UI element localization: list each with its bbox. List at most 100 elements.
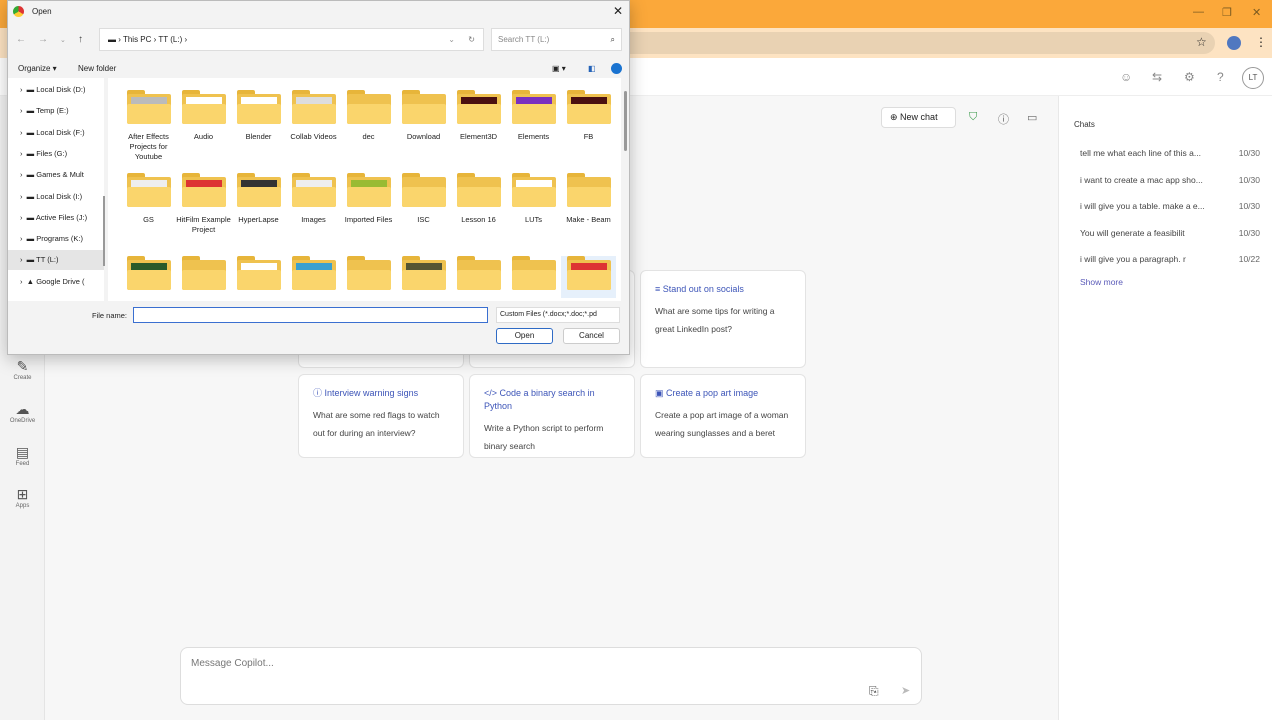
folder-item[interactable] <box>561 256 616 298</box>
preview-pane-icon[interactable]: ◧ <box>588 64 596 73</box>
show-more-link[interactable]: Show more <box>1080 277 1123 287</box>
file-type-select[interactable]: Custom Files (*.docx;*.doc;*.pd <box>496 307 620 323</box>
restore-button[interactable]: ❐ <box>1222 6 1232 19</box>
panel-toggle-icon[interactable]: ▭ <box>1027 111 1037 124</box>
folder-item[interactable] <box>286 256 341 298</box>
tree-item[interactable]: › ▬ TT (L:) <box>8 250 104 271</box>
folder-item[interactable]: Make - Beam <box>561 173 616 225</box>
rail-apps[interactable]: ⊞ Apps <box>0 486 45 509</box>
shield-icon[interactable]: ⛉ <box>969 111 977 124</box>
folder-item[interactable] <box>176 256 231 298</box>
folder-item[interactable]: Element3D <box>451 90 506 142</box>
chevron-down-icon[interactable]: ⌄ <box>448 29 455 50</box>
view-icon[interactable]: ▣ ▾ <box>552 64 566 73</box>
emoji-icon[interactable]: ☺ <box>1120 70 1132 84</box>
folder-item[interactable]: LUTs <box>506 173 561 225</box>
avatar[interactable]: LT <box>1242 67 1264 89</box>
folder-item[interactable] <box>396 256 451 298</box>
chat-item[interactable]: i will give you a paragraph. r 10/22 <box>1080 254 1260 264</box>
search-input[interactable]: Search TT (L:) ⌕ <box>491 28 622 51</box>
send-icon[interactable]: ➤ <box>901 684 910 697</box>
new-folder-button[interactable]: New folder <box>78 64 116 73</box>
folder-item[interactable] <box>341 256 396 298</box>
cancel-button[interactable]: Cancel <box>563 328 620 344</box>
breadcrumb-item[interactable]: This PC <box>123 35 151 44</box>
expand-chevron-icon[interactable]: › <box>20 170 23 179</box>
folder-item[interactable]: ISC <box>396 173 451 225</box>
folder-item[interactable]: Collab Videos <box>286 90 341 142</box>
grid-scrollbar[interactable] <box>624 91 627 151</box>
rail-onedrive[interactable]: ☁ OneDrive <box>0 401 45 424</box>
folder-item[interactable]: dec <box>341 90 396 142</box>
tree-item[interactable]: › ▲ Google Drive ( <box>8 272 104 292</box>
tree-item[interactable]: › ▬ Programs (K:) <box>8 229 104 249</box>
attach-icon[interactable]: ⎘ <box>869 684 879 699</box>
message-input[interactable]: Message Copilot... <box>191 658 274 669</box>
new-chat-button[interactable]: ⊕ New chat <box>881 107 956 128</box>
organize-button[interactable]: Organize ▾ <box>18 64 57 73</box>
chat-item[interactable]: i want to create a mac app sho... 10/30 <box>1080 175 1260 185</box>
recent-chevron-icon[interactable]: ⌄ <box>60 36 66 44</box>
folder-item[interactable]: Images <box>286 173 341 225</box>
tree-scrollbar[interactable] <box>103 196 105 266</box>
folder-item[interactable] <box>121 256 176 298</box>
expand-chevron-icon[interactable]: › <box>20 234 23 243</box>
suggestion-card[interactable]: ≡ Stand out on socials What are some tips… <box>640 270 806 368</box>
share-icon[interactable]: ⇆ <box>1152 70 1162 84</box>
folder-item[interactable]: Blender <box>231 90 286 142</box>
tree-item[interactable]: › ▬ Games & Mult <box>8 165 104 185</box>
folder-item[interactable]: FB <box>561 90 616 142</box>
expand-chevron-icon[interactable]: › <box>20 128 23 137</box>
browser-menu-icon[interactable]: ⋮ <box>1255 35 1267 49</box>
folder-item[interactable]: Audio <box>176 90 231 142</box>
info-icon[interactable]: ⓘ <box>998 111 1009 127</box>
folder-item[interactable]: HitFilm Example Project <box>176 173 231 235</box>
tree-item[interactable]: › ▬ Local Disk (D:) <box>8 80 104 100</box>
breadcrumb[interactable]: ▬ › This PC › TT (L:) › ⌄ ↻ <box>99 28 484 51</box>
rail-create[interactable]: ✎ Create <box>0 358 45 381</box>
tree-item[interactable]: › ▬ Local Disk (I:) <box>8 187 104 207</box>
refresh-icon[interactable]: ↻ <box>468 29 475 50</box>
close-window-button[interactable]: ✕ <box>1252 6 1261 19</box>
folder-item[interactable]: Lesson 16 <box>451 173 506 225</box>
help-icon[interactable]: ? <box>1217 70 1224 84</box>
profile-icon[interactable] <box>1227 36 1241 50</box>
expand-chevron-icon[interactable]: › <box>20 255 23 264</box>
folder-item[interactable]: After Effects Projects for Youtube <box>121 90 176 162</box>
close-icon[interactable]: ✕ <box>613 4 623 18</box>
settings-icon[interactable]: ⚙ <box>1184 70 1195 84</box>
file-name-input[interactable] <box>133 307 488 323</box>
expand-chevron-icon[interactable]: › <box>20 85 23 94</box>
expand-chevron-icon[interactable]: › <box>20 277 23 286</box>
message-composer[interactable]: Message Copilot... ⎘ ➤ <box>180 647 922 705</box>
tree-item[interactable]: › ▬ Files (G:) <box>8 144 104 164</box>
chat-item[interactable]: tell me what each line of this a... 10/30 <box>1080 148 1260 158</box>
open-button[interactable]: Open <box>496 328 553 344</box>
folder-item[interactable]: Download <box>396 90 451 142</box>
rail-feed[interactable]: ▤ Feed <box>0 444 45 467</box>
folder-item[interactable]: Elements <box>506 90 561 142</box>
expand-chevron-icon[interactable]: › <box>20 149 23 158</box>
folder-item[interactable] <box>451 256 506 298</box>
chat-item[interactable]: i will give you a table. make a e... 10/3… <box>1080 201 1260 211</box>
expand-chevron-icon[interactable]: › <box>20 192 23 201</box>
folder-item[interactable] <box>506 256 561 298</box>
bookmark-star-icon[interactable]: ☆ <box>1196 35 1207 49</box>
up-icon[interactable]: ↑ <box>78 34 83 45</box>
suggestion-card[interactable]: </> Code a binary search in Python Write … <box>469 374 635 458</box>
help-icon[interactable] <box>611 63 622 74</box>
back-icon[interactable]: ← <box>16 34 26 45</box>
expand-chevron-icon[interactable]: › <box>20 213 23 222</box>
expand-chevron-icon[interactable]: › <box>20 106 23 115</box>
forward-icon[interactable]: → <box>38 34 48 45</box>
folder-item[interactable]: HyperLapse <box>231 173 286 225</box>
minimize-button[interactable]: — <box>1193 6 1204 18</box>
chat-item[interactable]: You will generate a feasibilit 10/30 <box>1080 228 1260 238</box>
breadcrumb-item[interactable]: TT (L:) <box>158 35 182 44</box>
tree-item[interactable]: › ▬ Local Disk (F:) <box>8 123 104 143</box>
navigation-tree[interactable]: › ▬ Local Disk (D:) › ▬ Temp (E:) › ▬ Loca… <box>8 78 104 301</box>
suggestion-card[interactable]: ▣ Create a pop art image Create a pop art… <box>640 374 806 458</box>
folder-item[interactable]: Imported Files <box>341 173 396 225</box>
address-bar[interactable] <box>600 32 1215 54</box>
suggestion-card[interactable]: ⓘ Interview warning signs What are some r… <box>298 374 464 458</box>
